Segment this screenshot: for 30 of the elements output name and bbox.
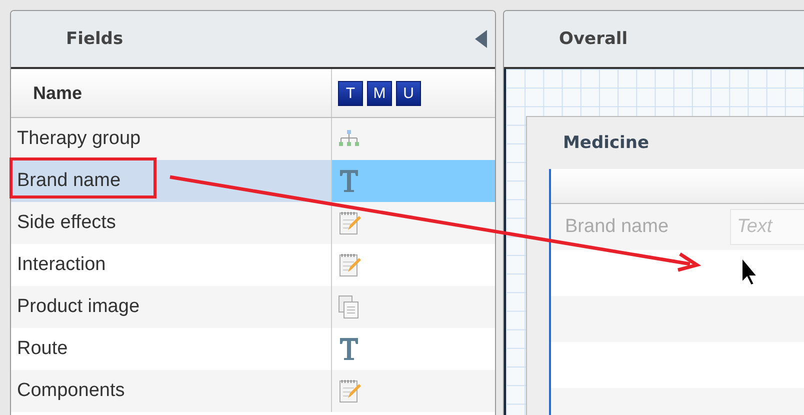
copy-icon	[338, 294, 360, 320]
notepad-icon	[338, 378, 362, 404]
field-name: Brand name	[17, 170, 121, 192]
field-name: Therapy group	[17, 128, 141, 150]
collapse-icon[interactable]	[475, 30, 487, 48]
field-name: Route	[17, 338, 68, 360]
type-button[interactable]: M	[367, 80, 392, 106]
column-header: Name	[32, 82, 82, 104]
field-name: Interaction	[17, 254, 106, 276]
field-name: Components	[17, 380, 125, 402]
panel-title: Overall	[559, 29, 628, 49]
notepad-icon	[338, 252, 362, 278]
hierarchy-icon	[338, 129, 360, 149]
field-row[interactable]: Therapy group	[11, 118, 495, 160]
text-input[interactable]: Text	[730, 209, 804, 245]
text-icon	[338, 336, 360, 362]
notepad-icon	[338, 210, 362, 236]
field-row[interactable]: Product image	[11, 286, 495, 328]
form-title: Medicine	[562, 132, 650, 155]
field-label: Brand name	[564, 216, 670, 238]
text-icon	[338, 168, 360, 194]
type-button[interactable]: T	[338, 80, 363, 106]
field-row[interactable]: Side effects	[11, 202, 495, 244]
panel-title: Fields	[66, 29, 124, 49]
field-name: Product image	[17, 296, 140, 318]
cursor-icon	[742, 256, 758, 286]
field-row[interactable]: Brand name	[11, 160, 495, 202]
field-name: Side effects	[17, 212, 116, 234]
field-row[interactable]: Components	[11, 370, 495, 412]
type-button[interactable]: U	[396, 80, 421, 106]
